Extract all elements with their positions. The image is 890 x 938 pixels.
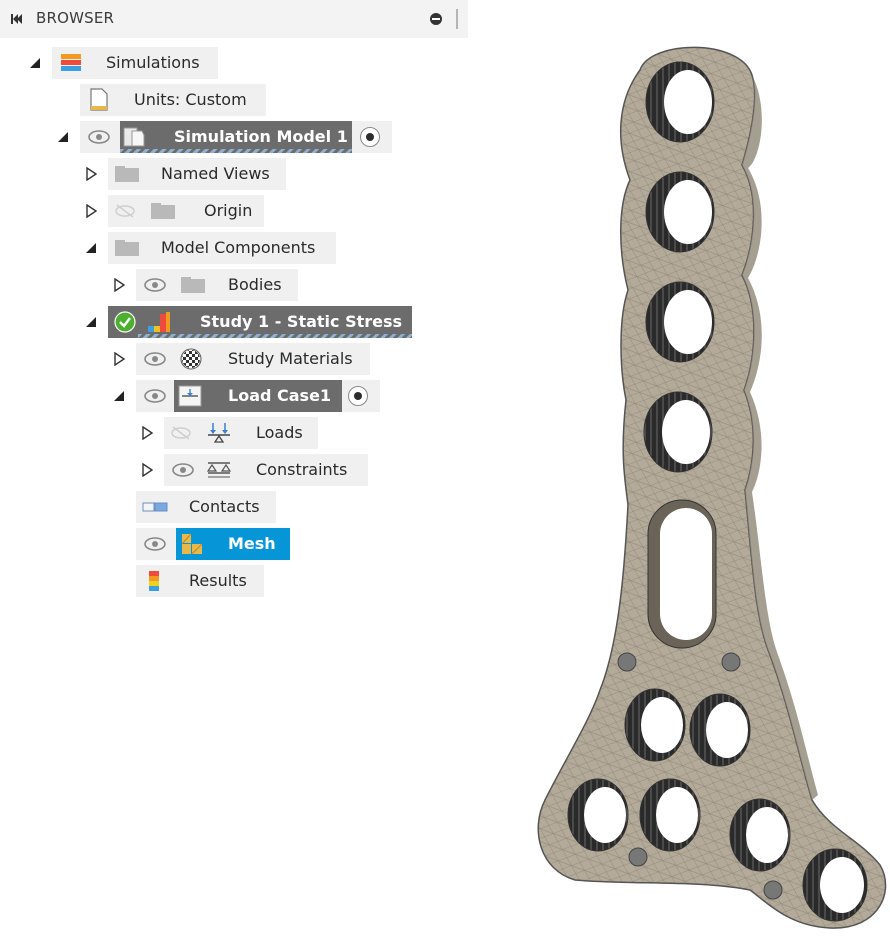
editing-hatch [120, 149, 352, 153]
eye-icon[interactable] [144, 352, 166, 366]
tree-label-results: Results [189, 571, 247, 590]
activate-radio-icon[interactable] [360, 127, 380, 147]
study-icon [148, 312, 170, 332]
activate-radio-icon[interactable] [348, 386, 368, 406]
tree-label-bodies: Bodies [228, 275, 282, 294]
results-icon [149, 571, 159, 591]
tree-item-contacts[interactable]: Contacts [136, 491, 276, 523]
triangle-expanded-icon[interactable] [56, 130, 70, 144]
triangle-expanded-icon[interactable] [84, 241, 98, 255]
browser-header: BROWSER [0, 0, 468, 38]
folder-icon [151, 203, 175, 219]
eye-hidden-icon[interactable] [170, 426, 192, 440]
bone-plate-model[interactable] [537, 46, 887, 929]
tree-item-mesh-eye[interactable] [136, 528, 176, 560]
tree-item-loads[interactable]: Loads [164, 417, 318, 449]
eye-icon[interactable] [172, 463, 194, 477]
folder-icon [115, 240, 139, 256]
model-viewport[interactable] [500, 30, 890, 938]
loads-icon [208, 423, 230, 443]
collapse-left-icon[interactable] [10, 12, 24, 26]
triangle-collapsed-icon[interactable] [84, 204, 98, 218]
tree-item-origin[interactable]: Origin [108, 195, 264, 227]
tree-label-mesh: Mesh [228, 534, 276, 553]
tree-label-units: Units: Custom [134, 90, 247, 109]
eye-icon[interactable] [88, 130, 110, 144]
triangle-collapsed-icon[interactable] [112, 278, 126, 292]
triangle-expanded-icon[interactable] [112, 389, 126, 403]
tree-item-units[interactable]: Units: Custom [80, 84, 266, 116]
tree-label-loads: Loads [256, 423, 303, 442]
browser-title: BROWSER [36, 9, 115, 27]
triangle-collapsed-icon[interactable] [140, 463, 154, 477]
tree-item-named-views[interactable]: Named Views [108, 158, 286, 190]
tree-label-model-components: Model Components [161, 238, 316, 257]
header-resize-handle[interactable] [456, 9, 458, 29]
tree-item-simulation-model[interactable]: Simulation Model 1 [80, 121, 392, 153]
triangle-expanded-icon[interactable] [84, 315, 98, 329]
tree-label-simulations: Simulations [106, 53, 200, 72]
tree-label-load-case: Load Case1 [228, 386, 332, 405]
model-icon [123, 127, 145, 147]
tree-label-contacts: Contacts [189, 497, 260, 516]
folder-icon [115, 166, 139, 182]
editing-hatch [138, 334, 412, 338]
constraints-icon [206, 462, 232, 478]
tree-item-study[interactable]: Study 1 - Static Stress [108, 306, 412, 338]
triangle-collapsed-icon[interactable] [140, 426, 154, 440]
tree-item-mesh[interactable]: Mesh [176, 528, 290, 560]
tree-item-load-case[interactable]: Load Case1 [136, 380, 380, 412]
tree-label-simulation-model: Simulation Model 1 [174, 127, 348, 146]
contacts-icon [142, 502, 168, 512]
load-case-icon [178, 385, 202, 407]
eye-icon[interactable] [144, 278, 166, 292]
tree-item-study-materials[interactable]: Study Materials [136, 343, 370, 375]
triangle-collapsed-icon[interactable] [84, 167, 98, 181]
units-icon [90, 88, 108, 111]
tree-item-bodies[interactable]: Bodies [136, 269, 298, 301]
check-icon [114, 311, 136, 333]
pin-icon[interactable] [430, 13, 442, 25]
tree-item-constraints[interactable]: Constraints [164, 454, 368, 486]
tree-label-origin: Origin [204, 201, 253, 220]
eye-icon[interactable] [144, 537, 166, 551]
simulations-icon [61, 54, 81, 71]
tree-item-model-components[interactable]: Model Components [108, 232, 336, 264]
folder-icon [181, 277, 205, 293]
triangle-collapsed-icon[interactable] [112, 352, 126, 366]
tree-item-results[interactable]: Results [136, 565, 264, 597]
triangle-expanded-icon[interactable] [28, 56, 42, 70]
eye-icon[interactable] [144, 389, 166, 403]
materials-icon [180, 348, 202, 370]
tree-label-study: Study 1 - Static Stress [200, 312, 403, 331]
tree-label-named-views: Named Views [161, 164, 270, 183]
tree-item-simulations[interactable]: Simulations [52, 47, 218, 79]
tree-label-constraints: Constraints [256, 460, 348, 479]
tree-label-study-materials: Study Materials [228, 349, 353, 368]
eye-hidden-icon[interactable] [114, 204, 136, 218]
mesh-icon [181, 533, 203, 555]
